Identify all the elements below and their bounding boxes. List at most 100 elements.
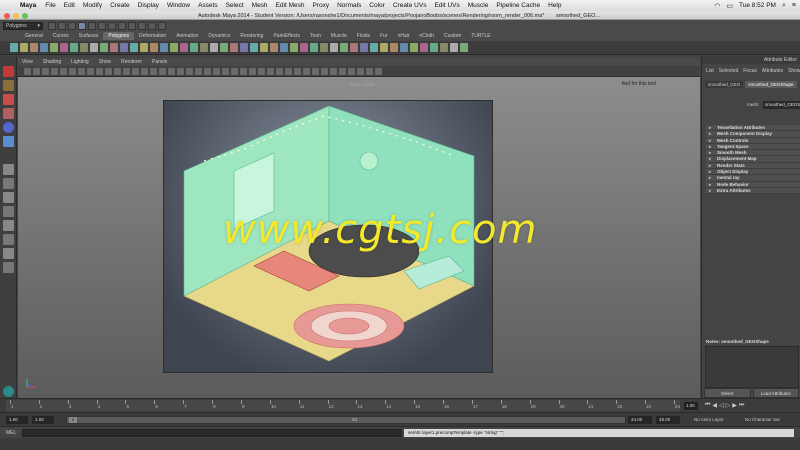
close-icon[interactable] [4, 12, 10, 19]
layout-persp-graph-icon[interactable] [3, 262, 14, 273]
search-icon[interactable]: ⌕ [782, 2, 786, 10]
viewport-tool-icon[interactable] [114, 67, 121, 75]
go-to-start-icon[interactable]: ⏮ [705, 402, 710, 409]
shelf-tool-icon[interactable] [330, 43, 338, 52]
shelf-tool-icon[interactable] [440, 43, 448, 52]
ae-tab-smoothed-geo[interactable]: smoothed_GEO [705, 81, 744, 88]
menu-display[interactable]: Display [138, 2, 159, 9]
tab-ncloth[interactable]: nCloth [415, 32, 439, 40]
viewport-tool-icon[interactable] [240, 67, 247, 75]
range-handle[interactable]: 1 [69, 417, 77, 423]
menu-edit-mesh[interactable]: Edit Mesh [276, 2, 305, 9]
menu-mesh[interactable]: Mesh [252, 2, 268, 9]
viewport-tool-icon[interactable] [96, 67, 103, 75]
viewport-menu-renderer[interactable]: Renderer [121, 59, 142, 65]
tab-turtle[interactable]: TURTLE [466, 32, 495, 40]
shelf-tool-icon[interactable] [220, 43, 228, 52]
menu-file[interactable]: File [45, 2, 55, 9]
layout-four-icon[interactable] [3, 178, 14, 189]
menu-muscle[interactable]: Muscle [468, 2, 489, 9]
viewport-panel[interactable]: 1024 x 1024 fied for this tool www.cgtsj… [18, 77, 700, 398]
tab-surfaces[interactable]: Surfaces [74, 32, 104, 40]
list-icon[interactable]: ≡ [792, 2, 796, 9]
viewport-tool-icon[interactable] [330, 67, 337, 75]
ae-menu-show[interactable]: Show [788, 67, 800, 75]
tab-polygons[interactable]: Polygons [103, 32, 134, 40]
viewport-tool-icon[interactable] [141, 67, 148, 75]
shelf-tool-icon[interactable] [300, 43, 308, 52]
viewport-tool-icon[interactable] [168, 67, 175, 75]
step-back-icon[interactable]: ◀ [712, 402, 717, 409]
anim-layer-dropdown[interactable]: No Anim Layer [694, 417, 724, 422]
tab-muscle[interactable]: Muscle [326, 32, 352, 40]
shelf-tool-icon[interactable] [120, 43, 128, 52]
shelf-tool-icon[interactable] [60, 43, 68, 52]
shelf-tool-icon[interactable] [170, 43, 178, 52]
lasso-tool-icon[interactable] [3, 80, 14, 91]
render-icon[interactable] [138, 22, 146, 30]
shelf-tool-icon[interactable] [80, 43, 88, 52]
tab-curves[interactable]: Curves [48, 32, 74, 40]
select-tool-icon[interactable] [3, 66, 14, 77]
viewport-menu-lighting[interactable]: Lighting [71, 59, 89, 65]
ae-section-extra-attributes[interactable]: ▸ Extra Attributes [706, 187, 800, 195]
mel-label[interactable]: MEL [6, 430, 16, 436]
ipr-render-icon[interactable] [148, 22, 156, 30]
play-forward-icon[interactable]: ▷ [726, 402, 731, 409]
layout-side-icon[interactable] [3, 192, 14, 203]
select-hierarchy-icon[interactable] [78, 22, 86, 30]
shelf-tool-icon[interactable] [450, 43, 458, 52]
ae-menu-attributes[interactable]: Attributes [762, 67, 783, 75]
shelf-tool-icon[interactable] [160, 43, 168, 52]
end-time-field[interactable]: 48.00 [656, 416, 680, 424]
shelf-tool-icon[interactable] [130, 43, 138, 52]
viewport-tool-icon[interactable] [375, 67, 382, 75]
shelf-tool-icon[interactable] [40, 43, 48, 52]
go-to-end-icon[interactable]: ⏭ [739, 402, 744, 409]
wifi-icon[interactable]: ◠ [714, 2, 720, 10]
ae-menu-focus[interactable]: Focus [743, 67, 757, 75]
step-forward-icon[interactable]: ▶ [732, 402, 737, 409]
shelf-tool-icon[interactable] [460, 43, 468, 52]
range-track[interactable]: 1 [66, 416, 626, 424]
new-scene-icon[interactable] [48, 22, 56, 30]
shelf-tool-icon[interactable] [250, 43, 258, 52]
shelf-tool-icon[interactable] [150, 43, 158, 52]
shelf-tool-icon[interactable] [370, 43, 378, 52]
tab-deformation[interactable]: Deformation [134, 32, 171, 40]
viewport-tool-icon[interactable] [150, 67, 157, 75]
viewport-tool-icon[interactable] [357, 67, 364, 75]
layout-single-icon[interactable] [3, 164, 14, 175]
menu-create-uvs[interactable]: Create UVs [393, 2, 427, 9]
start-time-field[interactable]: 1.00 [6, 416, 28, 424]
menu-normals[interactable]: Normals [337, 2, 361, 9]
viewport-tool-icon[interactable] [123, 67, 130, 75]
minimize-icon[interactable] [13, 12, 19, 19]
tab-painteffects[interactable]: PaintEffects [268, 32, 305, 40]
shelf-tool-icon[interactable] [400, 43, 408, 52]
shelf-tool-icon[interactable] [270, 43, 278, 52]
viewport-tool-icon[interactable] [42, 67, 49, 75]
viewport-tool-icon[interactable] [213, 67, 220, 75]
tab-rendering[interactable]: Rendering [235, 32, 268, 40]
zoom-icon[interactable] [22, 12, 28, 19]
menu-modify[interactable]: Modify [83, 2, 102, 9]
viewport-tool-icon[interactable] [366, 67, 373, 75]
load-attributes-button[interactable]: Load Attributes [752, 388, 799, 398]
ae-tab-smoothed-geoshape[interactable]: smoothed_GEOShape [745, 81, 797, 88]
range-start-field[interactable]: 1.00 [32, 416, 54, 424]
viewport-tool-icon[interactable] [276, 67, 283, 75]
notes-field[interactable] [705, 346, 799, 388]
shelf-tool-icon[interactable] [430, 43, 438, 52]
viewport-tool-icon[interactable] [87, 67, 94, 75]
viewport-menu-panels[interactable]: Panels [152, 59, 167, 65]
layout-outliner-icon[interactable] [3, 206, 14, 217]
viewport-tool-icon[interactable] [186, 67, 193, 75]
layout-hypershade-icon[interactable] [3, 234, 14, 245]
snap-curve-icon[interactable] [118, 22, 126, 30]
viewport-tool-icon[interactable] [33, 67, 40, 75]
shelf-tool-icon[interactable] [240, 43, 248, 52]
ae-menu-list[interactable]: List [706, 67, 714, 75]
ae-menu-selected[interactable]: Selected [719, 67, 738, 75]
viewport-menu-show[interactable]: Show [99, 59, 112, 65]
